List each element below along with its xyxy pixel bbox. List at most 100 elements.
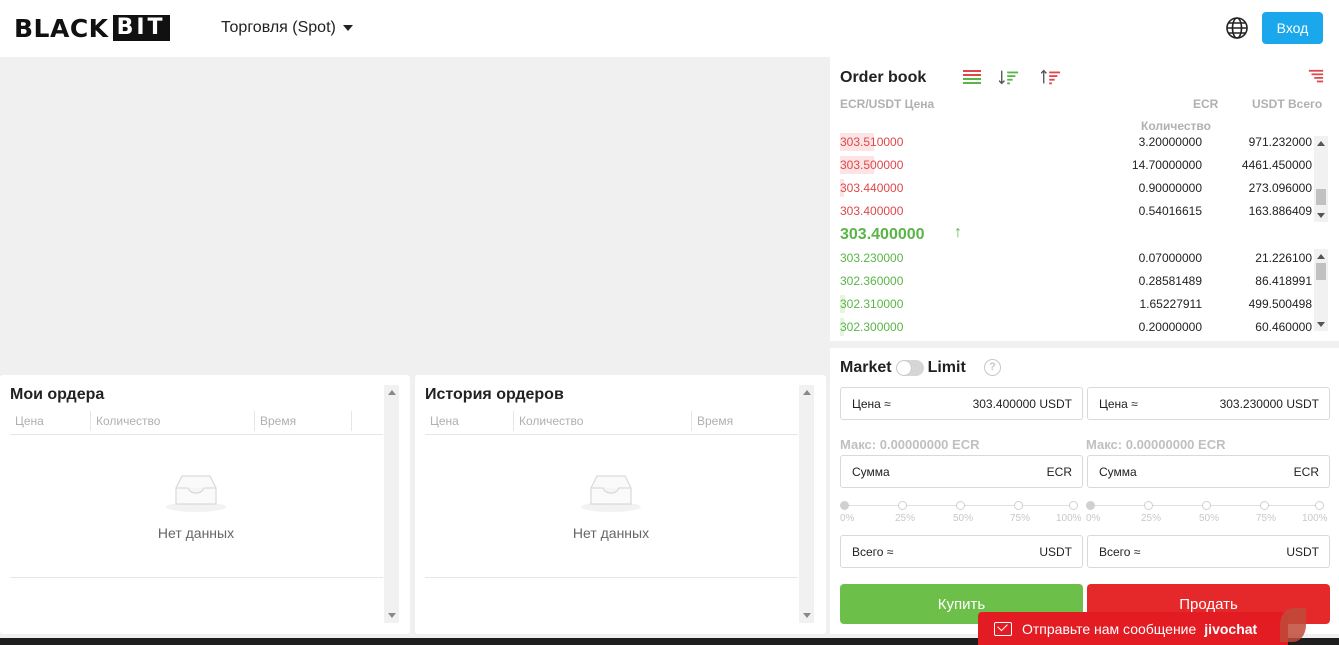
scroll-thumb[interactable] xyxy=(1316,189,1326,205)
percent-label: 50% xyxy=(953,513,974,524)
ask-amount: 0.90000000 xyxy=(1138,181,1202,195)
ask-price: 303.500000 xyxy=(840,158,904,172)
asks-scrollbar[interactable] xyxy=(1314,136,1328,222)
sell-total-field[interactable]: Всего ≈ USDT xyxy=(1087,535,1330,568)
envelope-icon xyxy=(994,621,1012,636)
ask-row[interactable]: 303.400000 0.54016615 163.886409 xyxy=(840,200,1312,222)
buy-max-label: Макс: 0.00000000 ECR xyxy=(840,437,980,452)
slider-step[interactable] xyxy=(898,501,907,510)
ask-total: 273.096000 xyxy=(1248,181,1312,195)
column-header-price[interactable]: Цена xyxy=(10,411,91,431)
order-history-title: История ордеров xyxy=(425,386,564,403)
ask-total: 4461.450000 xyxy=(1241,158,1312,172)
scroll-up-icon[interactable] xyxy=(803,390,811,395)
slider-step[interactable] xyxy=(956,501,965,510)
slider-step[interactable] xyxy=(1260,501,1269,510)
trade-form-panel: Market Limit ? Цена ≈ 303.400000 USDT Ма… xyxy=(830,348,1339,634)
empty-inbox-icon xyxy=(581,475,641,512)
bid-row[interactable]: 302.360000 0.28581489 86.418991 xyxy=(840,270,1312,292)
jivochat-widget[interactable]: Отправьте нам сообщение jivochat xyxy=(978,612,1288,645)
jivochat-brand: jivochat xyxy=(1204,620,1258,637)
bid-row[interactable]: 303.230000 0.07000000 21.226100 xyxy=(840,247,1312,269)
no-data-text: Нет данных xyxy=(572,525,650,541)
slider-step[interactable] xyxy=(1144,501,1153,510)
scroll-thumb[interactable] xyxy=(1316,263,1326,280)
globe-icon[interactable] xyxy=(1225,16,1249,40)
orderbook-col-price: ECR/USDT Цена xyxy=(840,97,935,111)
caret-down-icon xyxy=(342,25,353,31)
orderbook-depth-settings-icon[interactable] xyxy=(1306,69,1326,85)
bid-row[interactable]: 302.310000 1.65227911 499.500498 xyxy=(840,293,1312,315)
scroll-up-icon[interactable] xyxy=(1317,254,1325,259)
column-header-time[interactable]: Время xyxy=(255,411,352,431)
ask-amount: 14.70000000 xyxy=(1131,158,1202,172)
buy-total-unit: USDT xyxy=(1039,545,1072,559)
order-history-scrollbar[interactable] xyxy=(799,385,814,623)
column-header-amount[interactable]: Количество xyxy=(514,411,692,431)
no-data-text: Нет данных xyxy=(157,525,235,541)
slider-step[interactable] xyxy=(1069,501,1078,510)
divider xyxy=(425,577,798,578)
slider-step[interactable] xyxy=(1014,501,1023,510)
scroll-down-icon[interactable] xyxy=(1317,213,1325,218)
empty-inbox-icon xyxy=(166,475,226,512)
orderbook-asks-view-icon[interactable] xyxy=(1041,69,1061,85)
percent-label: 75% xyxy=(1256,513,1277,524)
order-history-table-header: Цена Количество Время xyxy=(425,411,798,435)
help-icon[interactable]: ? xyxy=(984,359,1001,376)
slider-handle[interactable] xyxy=(1086,501,1095,510)
scroll-down-icon[interactable] xyxy=(388,613,396,618)
trading-mode-dropdown[interactable]: Торговля (Spot) xyxy=(221,19,353,37)
sell-amount-field[interactable]: Сумма ECR xyxy=(1087,455,1330,488)
logo-text: BLACK xyxy=(14,13,109,43)
buy-price-field[interactable]: Цена ≈ 303.400000 USDT xyxy=(840,387,1083,420)
scroll-up-icon[interactable] xyxy=(388,390,396,395)
orderbook-both-view-icon[interactable] xyxy=(962,69,982,85)
percent-label: 0% xyxy=(840,513,855,524)
column-header-amount[interactable]: Количество xyxy=(91,411,255,431)
divider xyxy=(10,577,383,578)
ask-price: 303.510000 xyxy=(840,135,904,149)
sell-percent-slider[interactable]: 0% 25% 50% 75% 100% xyxy=(1086,500,1328,524)
scroll-down-icon[interactable] xyxy=(803,613,811,618)
chart-area[interactable] xyxy=(0,57,826,367)
buy-price-value: 303.400000 USDT xyxy=(972,397,1072,411)
top-header: BLACK BIT Торговля (Spot) Вход xyxy=(0,0,1339,57)
my-orders-title: Мои ордера xyxy=(10,386,105,403)
ask-amount: 0.54016615 xyxy=(1138,204,1202,218)
buy-total-field[interactable]: Всего ≈ USDT xyxy=(840,535,1083,568)
bid-price: 302.310000 xyxy=(840,297,904,311)
blackbit-logo[interactable]: BLACK BIT xyxy=(14,13,170,43)
order-type-toggle[interactable] xyxy=(895,360,924,376)
ask-price: 303.400000 xyxy=(840,204,904,218)
sell-amount-label: Сумма xyxy=(1099,465,1137,479)
ask-total: 971.232000 xyxy=(1248,135,1312,149)
slider-step[interactable] xyxy=(1202,501,1211,510)
scroll-down-icon[interactable] xyxy=(1317,322,1325,327)
ask-row[interactable]: 303.500000 14.70000000 4461.450000 xyxy=(840,154,1312,176)
orderbook-bids-view-icon[interactable] xyxy=(999,69,1019,85)
column-header-price[interactable]: Цена xyxy=(425,411,514,431)
buy-amount-field[interactable]: Сумма ECR xyxy=(840,455,1083,488)
ask-row[interactable]: 303.440000 0.90000000 273.096000 xyxy=(840,177,1312,199)
scroll-up-icon[interactable] xyxy=(1317,141,1325,146)
column-header-time[interactable]: Время xyxy=(692,411,797,431)
slider-handle[interactable] xyxy=(840,501,849,510)
tab-limit[interactable]: Limit xyxy=(928,359,966,377)
buy-total-label: Всего ≈ xyxy=(852,545,894,559)
ask-total: 163.886409 xyxy=(1248,204,1312,218)
bids-scrollbar[interactable] xyxy=(1314,249,1328,331)
bid-row[interactable]: 302.300000 0.20000000 60.460000 xyxy=(840,316,1312,338)
tab-market[interactable]: Market xyxy=(840,359,892,377)
bid-amount: 0.20000000 xyxy=(1138,320,1202,334)
my-orders-scrollbar[interactable] xyxy=(384,385,399,623)
ask-row[interactable]: 303.510000 3.20000000 971.232000 xyxy=(840,131,1312,153)
my-orders-empty-state: Нет данных xyxy=(146,470,246,541)
buy-percent-slider[interactable]: 0% 25% 50% 75% 100% xyxy=(840,500,1082,524)
percent-label: 100% xyxy=(1056,513,1082,524)
slider-step[interactable] xyxy=(1315,501,1324,510)
login-button[interactable]: Вход xyxy=(1262,12,1323,44)
bid-price: 303.230000 xyxy=(840,251,904,265)
sell-price-field[interactable]: Цена ≈ 303.230000 USDT xyxy=(1087,387,1330,420)
percent-label: 75% xyxy=(1010,513,1031,524)
